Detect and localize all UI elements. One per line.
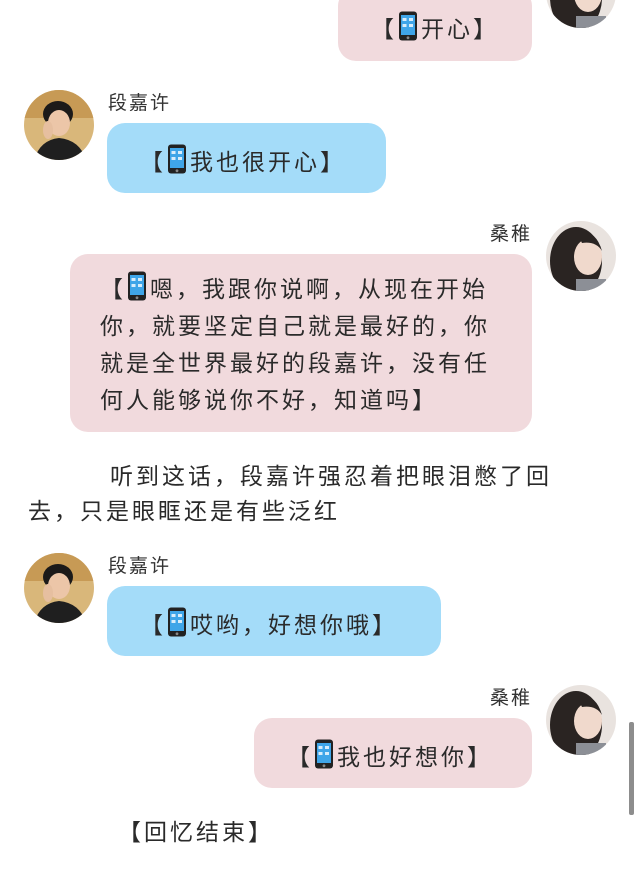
message-line-4: 何人能够说你不好，知道吗】 [100,383,532,420]
narration-line-2: 去，只是眼眶还是有些泛红 [28,499,340,525]
message-line-3: 就是全世界最好的段嘉许，没有任 [100,351,490,377]
mobile-phone-icon [128,271,146,301]
message-bubble-male: 【哎哟，好想你哦】 [107,586,441,656]
mobile-phone-icon [168,607,186,637]
mobile-phone-icon [399,11,417,41]
female-avatar[interactable] [546,221,616,291]
message-text: 哎哟，好想你哦 [190,613,372,639]
message-text: 我也好想你 [337,745,467,771]
message-text: 嗯，我跟你说啊，从现在开始 [150,277,488,303]
message-bubble-male: 【我也很开心】 [107,123,386,193]
female-avatar[interactable] [546,685,616,755]
message-text: 我也很开心 [190,150,320,176]
narration-line-1: 听到这话，段嘉许强忍着把眼泪憋了回 [110,464,552,490]
message-bubble-female: 【嗯，我跟你说啊，从现在开始 你，就要坚定自己就是最好的，你 就是全世界最好的段… [70,254,532,432]
bracket-close: 】 [320,150,346,176]
bracket-open: 【 [100,277,126,303]
message-text: 开心 [421,17,473,43]
sender-name-male: 段嘉许 [108,555,172,577]
bracket-open: 【 [140,613,166,639]
mobile-phone-icon [315,739,333,769]
bracket-open: 【 [371,17,397,43]
mobile-phone-icon [168,144,186,174]
bracket-close: 】 [412,388,438,414]
message-bubble-female: 【我也好想你】 [254,718,532,788]
female-avatar[interactable] [546,0,616,28]
bracket-close: 】 [372,613,398,639]
message-line-2: 你，就要坚定自己就是最好的，你 [100,314,490,340]
message-line-1: 【嗯，我跟你说啊，从现在开始 [100,271,532,309]
male-avatar[interactable] [24,553,94,623]
ending-label: 【回忆结束】 [118,820,274,846]
bracket-open: 【 [287,745,313,771]
sender-name-female: 桑稚 [490,687,533,709]
scrollbar[interactable] [629,722,634,815]
sender-name-female: 桑稚 [490,223,533,245]
sender-name-male: 段嘉许 [108,92,172,114]
bracket-close: 】 [467,745,493,771]
message-bubble-female: 【开心】 [338,0,532,61]
bracket-open: 【 [140,150,166,176]
message-text: 何人能够说你不好，知道吗 [100,388,412,414]
bracket-close: 】 [473,17,499,43]
male-avatar[interactable] [24,90,94,160]
